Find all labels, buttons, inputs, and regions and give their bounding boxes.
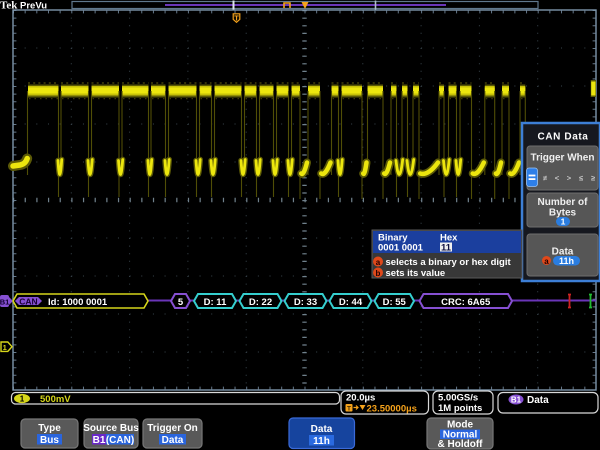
svg-text:≤: ≤ xyxy=(579,174,583,183)
svg-text:T: T xyxy=(347,405,351,412)
svg-text:& Holdoff: & Holdoff xyxy=(438,439,484,450)
svg-text:sets its value: sets its value xyxy=(386,268,446,279)
svg-text:20.0µs: 20.0µs xyxy=(346,393,375,404)
svg-text:CAN: CAN xyxy=(19,296,37,306)
svg-text:D: 55: D: 55 xyxy=(383,297,407,308)
svg-text:Data: Data xyxy=(311,424,333,435)
svg-text:D: 33: D: 33 xyxy=(294,297,317,308)
svg-text:D: 22: D: 22 xyxy=(249,297,272,308)
svg-text:5.00GS/s: 5.00GS/s xyxy=(438,393,478,404)
svg-text:Data: Data xyxy=(162,435,184,446)
svg-text:Source Bus: Source Bus xyxy=(83,423,139,434)
svg-text:T: T xyxy=(234,13,239,22)
svg-text:1M points: 1M points xyxy=(438,403,482,414)
svg-text:b: b xyxy=(376,269,381,278)
svg-text:B1: B1 xyxy=(511,396,522,405)
svg-text:CAN Data: CAN Data xyxy=(538,132,589,143)
svg-text:1: 1 xyxy=(561,217,566,227)
svg-text:Type: Type xyxy=(38,423,61,434)
svg-text:Trigger When: Trigger When xyxy=(531,153,595,164)
svg-text:500mV: 500mV xyxy=(40,394,71,405)
svg-text:Trigger On: Trigger On xyxy=(147,423,198,434)
svg-text:(CAN): (CAN) xyxy=(106,435,134,446)
svg-text:D: 44: D: 44 xyxy=(339,297,363,308)
svg-text:≥: ≥ xyxy=(591,174,595,183)
svg-text:>: > xyxy=(567,174,572,183)
svg-text:1: 1 xyxy=(20,395,25,404)
svg-text:0001 0001: 0001 0001 xyxy=(378,243,424,254)
svg-text:Id: 1000 0001: Id: 1000 0001 xyxy=(48,297,108,308)
svg-text:Bus: Bus xyxy=(40,435,59,446)
svg-text:B1: B1 xyxy=(0,298,9,307)
svg-text:PreVu: PreVu xyxy=(20,1,47,12)
svg-text:11h: 11h xyxy=(559,256,574,266)
svg-text:5: 5 xyxy=(178,297,184,308)
svg-text:D: 11: D: 11 xyxy=(204,297,227,308)
svg-text:1: 1 xyxy=(3,343,7,352)
svg-text:B1: B1 xyxy=(93,435,106,446)
svg-text:CRC: 6A65: CRC: 6A65 xyxy=(441,297,491,308)
svg-text:23.50000µs: 23.50000µs xyxy=(367,403,417,414)
svg-text:11h: 11h xyxy=(313,436,330,447)
svg-text:<: < xyxy=(555,174,560,183)
svg-text:11: 11 xyxy=(441,243,452,254)
svg-text:a: a xyxy=(376,258,381,267)
svg-text:Number of: Number of xyxy=(538,197,589,208)
svg-text:Data: Data xyxy=(527,395,549,406)
svg-text:a: a xyxy=(544,257,549,266)
svg-text:selects a binary or hex digit: selects a binary or hex digit xyxy=(386,257,512,268)
svg-text:Tek: Tek xyxy=(0,0,18,12)
